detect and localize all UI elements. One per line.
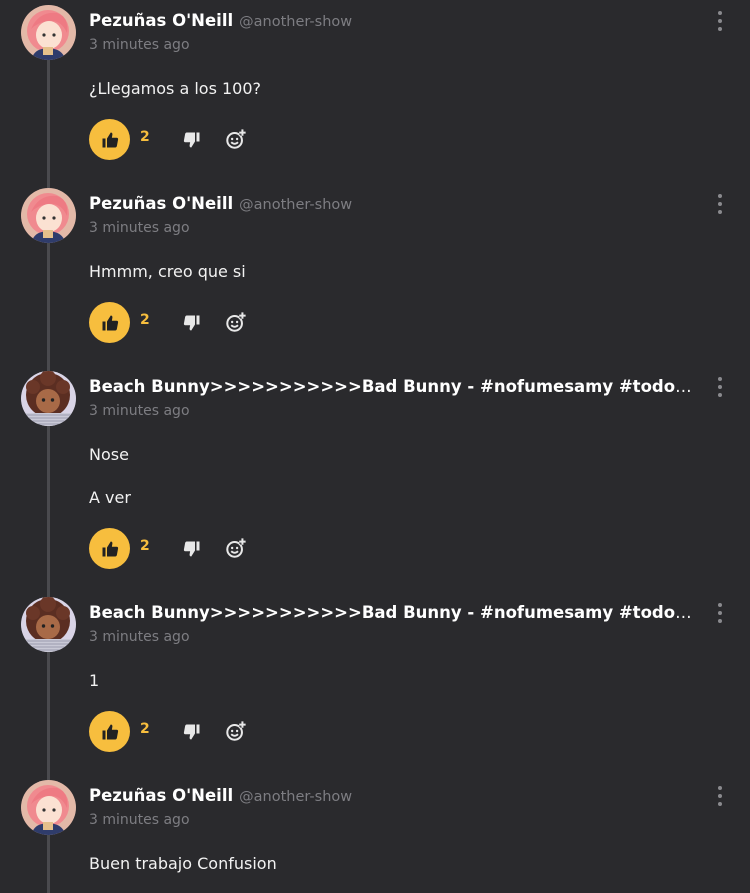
comment-text: A ver	[89, 488, 131, 507]
thumbs-up-icon	[102, 315, 118, 330]
curly-haired-girl-avatar	[21, 371, 76, 426]
comment-header: Pezuñas O'Neill @another-show	[89, 10, 694, 33]
comment-text: 1	[89, 671, 100, 690]
comment-card: Pezuñas O'Neill @another-show 3 minutes a…	[0, 775, 750, 893]
comment-actions: 2	[89, 528, 289, 569]
pink-haired-girl-avatar	[21, 188, 76, 243]
add-reaction-button[interactable]	[225, 311, 247, 333]
thumbs-down-icon	[183, 132, 200, 148]
add-emoji-icon	[226, 721, 246, 741]
author-handle[interactable]: @another-show	[239, 789, 352, 805]
timestamp: 3 minutes ago	[89, 812, 190, 828]
comment-header: Beach Bunny>>>>>>>>>>>Bad Bunny - #nofum…	[89, 602, 694, 624]
comment-text: Nose	[89, 445, 129, 464]
comment-header: Beach Bunny>>>>>>>>>>>Bad Bunny - #nofum…	[89, 376, 694, 398]
pink-haired-girl-avatar	[21, 5, 76, 60]
add-emoji-icon	[226, 312, 246, 332]
add-emoji-icon	[226, 129, 246, 149]
like-button[interactable]	[89, 119, 130, 160]
dislike-button[interactable]	[183, 723, 201, 741]
comment-card: Pezuñas O'Neill @another-show 3 minutes a…	[0, 183, 750, 366]
avatar[interactable]	[21, 597, 76, 652]
comment-card: Pezuñas O'Neill @another-show 3 minutes a…	[0, 0, 750, 183]
thumbs-up-icon	[102, 724, 118, 739]
comment-card: Beach Bunny>>>>>>>>>>>Bad Bunny - #nofum…	[0, 366, 750, 592]
comment-text: Buen trabajo Confusion	[89, 854, 277, 873]
thumbs-down-icon	[183, 315, 200, 331]
like-count: 2	[140, 312, 150, 328]
thumbs-down-icon	[183, 724, 200, 740]
more-options-icon[interactable]	[713, 603, 727, 623]
avatar[interactable]	[21, 371, 76, 426]
thumbs-up-icon	[102, 541, 118, 556]
like-count: 2	[140, 721, 150, 737]
comment-text: ¿Llegamos a los 100?	[89, 79, 262, 98]
comment-card: Beach Bunny>>>>>>>>>>>Bad Bunny - #nofum…	[0, 592, 750, 775]
dislike-button[interactable]	[183, 540, 201, 558]
add-reaction-button[interactable]	[225, 128, 247, 150]
more-options-icon[interactable]	[713, 11, 727, 31]
like-button[interactable]	[89, 711, 130, 752]
add-reaction-button[interactable]	[225, 537, 247, 559]
timestamp: 3 minutes ago	[89, 403, 190, 419]
thumbs-down-icon	[183, 541, 200, 557]
add-reaction-button[interactable]	[225, 720, 247, 742]
author-handle[interactable]: @another-show	[239, 197, 352, 213]
author-name[interactable]: Pezuñas O'Neill	[89, 194, 233, 213]
author-handle[interactable]: @another-show	[239, 14, 352, 30]
like-button[interactable]	[89, 302, 130, 343]
pink-haired-girl-avatar	[21, 780, 76, 835]
comment-header: Pezuñas O'Neill @another-show	[89, 193, 694, 216]
comment-text: Hmmm, creo que si	[89, 262, 246, 281]
dislike-button[interactable]	[183, 314, 201, 332]
dislike-button[interactable]	[183, 131, 201, 149]
author-name[interactable]: Beach Bunny>>>>>>>>>>>Bad Bunny - #nofum…	[89, 603, 694, 622]
more-options-icon[interactable]	[713, 786, 727, 806]
avatar[interactable]	[21, 780, 76, 835]
author-name[interactable]: Pezuñas O'Neill	[89, 786, 233, 805]
add-emoji-icon	[226, 538, 246, 558]
comment-actions: 2	[89, 119, 289, 160]
like-count: 2	[140, 129, 150, 145]
more-options-icon[interactable]	[713, 377, 727, 397]
like-button[interactable]	[89, 528, 130, 569]
like-count: 2	[140, 538, 150, 554]
comment-actions: 2	[89, 711, 289, 752]
timestamp: 3 minutes ago	[89, 629, 190, 645]
comment-actions: 2	[89, 302, 289, 343]
comment-feed: Pezuñas O'Neill @another-show 3 minutes a…	[0, 0, 750, 893]
avatar[interactable]	[21, 5, 76, 60]
curly-haired-girl-avatar	[21, 597, 76, 652]
author-name[interactable]: Pezuñas O'Neill	[89, 11, 233, 30]
thumbs-up-icon	[102, 132, 118, 147]
avatar[interactable]	[21, 188, 76, 243]
timestamp: 3 minutes ago	[89, 220, 190, 236]
timestamp: 3 minutes ago	[89, 37, 190, 53]
more-options-icon[interactable]	[713, 194, 727, 214]
comment-header: Pezuñas O'Neill @another-show	[89, 785, 694, 808]
author-name[interactable]: Beach Bunny>>>>>>>>>>>Bad Bunny - #nofum…	[89, 377, 694, 396]
